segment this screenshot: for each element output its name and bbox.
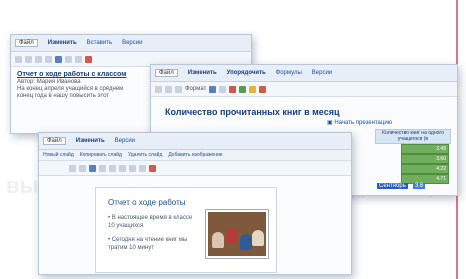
column-header[interactable]: Количество книг на одного учащегося (в xyxy=(375,129,451,144)
sheet-tab-sort[interactable]: Упорядочить xyxy=(227,70,266,76)
selected-cell[interactable]: Сентябрь xyxy=(377,183,408,189)
undo-icon[interactable] xyxy=(155,85,162,93)
pres-tab-file[interactable]: Файл xyxy=(43,137,66,145)
print-icon[interactable] xyxy=(175,85,182,93)
sheet-tab-edit[interactable]: Изменить xyxy=(188,70,217,76)
indent-icon[interactable] xyxy=(129,164,136,172)
align-icon[interactable] xyxy=(139,164,146,172)
slide-canvas[interactable]: Отчет о ходе работы • В настоящее время … xyxy=(95,187,277,273)
add-image-button[interactable]: Добавить изображение xyxy=(168,152,222,158)
data-cell[interactable]: 3.60 xyxy=(401,154,449,164)
pres-tab-edit[interactable]: Изменить xyxy=(76,138,105,144)
slide-bullet: • В настоящее время в классе 10 учащихся xyxy=(108,215,193,229)
redo-icon[interactable] xyxy=(25,55,32,63)
fill-color-icon[interactable] xyxy=(239,85,247,93)
doc-tab-file[interactable]: Файл xyxy=(15,39,38,47)
copy-slide-button[interactable]: Копировать слайд xyxy=(80,152,122,158)
bold-icon[interactable] xyxy=(89,164,96,172)
document-menu-bar: Файл Изменить Вставить Версии xyxy=(11,35,251,52)
spreadsheet-toolbar: Формат xyxy=(151,82,457,97)
redo-icon[interactable] xyxy=(165,85,172,93)
underline-icon[interactable] xyxy=(109,164,116,172)
presentation-menu-bar: Файл Изменить Версии xyxy=(39,133,351,150)
format-dropdown[interactable]: Формат xyxy=(185,86,206,92)
italic-icon[interactable] xyxy=(219,85,227,93)
cell-value-badge: 3.6 xyxy=(413,183,426,189)
spreadsheet-menu-bar: Файл Изменить Упорядочить Формулы Версии xyxy=(151,65,457,82)
presentation-actions: Новый слайд Копировать слайд Удалить сла… xyxy=(39,150,351,161)
list-icon[interactable] xyxy=(119,164,126,172)
data-cell[interactable]: 4.22 xyxy=(401,164,449,174)
slide-bullet: • Сегодня на чтение книг мы тратим 10 ми… xyxy=(108,237,188,251)
sheet-tab-versions[interactable]: Версии xyxy=(312,70,332,76)
text-color-icon[interactable] xyxy=(229,85,237,93)
doc-tab-edit[interactable]: Изменить xyxy=(48,40,77,46)
chart-icon[interactable] xyxy=(259,85,267,93)
image-icon[interactable] xyxy=(149,164,156,172)
start-presentation-button[interactable]: ▣ Начать презентацию xyxy=(327,119,392,126)
sheet-tab-file[interactable]: Файл xyxy=(155,69,178,77)
new-slide-button[interactable]: Новый слайд xyxy=(43,152,74,158)
sheet-tab-formulas[interactable]: Формулы xyxy=(276,70,302,76)
redo-icon[interactable] xyxy=(79,164,86,172)
presentation-window: Файл Изменить Версии Новый слайд Копиров… xyxy=(38,132,352,275)
paste-icon[interactable] xyxy=(45,55,52,63)
slide-title: Отчет о ходе работы xyxy=(108,198,186,207)
presentation-toolbar xyxy=(39,161,351,176)
italic-icon[interactable] xyxy=(65,55,72,63)
copy-icon[interactable] xyxy=(35,55,42,63)
sum-icon[interactable] xyxy=(249,85,257,93)
bold-icon[interactable] xyxy=(209,85,217,93)
text-color-icon[interactable] xyxy=(85,55,92,63)
undo-icon[interactable] xyxy=(15,55,22,63)
class-photo xyxy=(206,210,268,258)
delete-slide-button[interactable]: Удалить слайд xyxy=(128,152,162,158)
italic-icon[interactable] xyxy=(99,164,106,172)
doc-tab-versions[interactable]: Версии xyxy=(122,40,142,46)
underline-icon[interactable] xyxy=(75,55,82,63)
undo-icon[interactable] xyxy=(69,164,76,172)
doc-tab-insert[interactable]: Вставить xyxy=(87,40,112,46)
bold-icon[interactable] xyxy=(55,55,62,63)
data-cell[interactable]: 3.48 xyxy=(401,144,449,154)
pres-tab-versions[interactable]: Версии xyxy=(115,138,135,144)
spreadsheet-title: Количество прочитанных книг в месяц xyxy=(165,107,340,117)
